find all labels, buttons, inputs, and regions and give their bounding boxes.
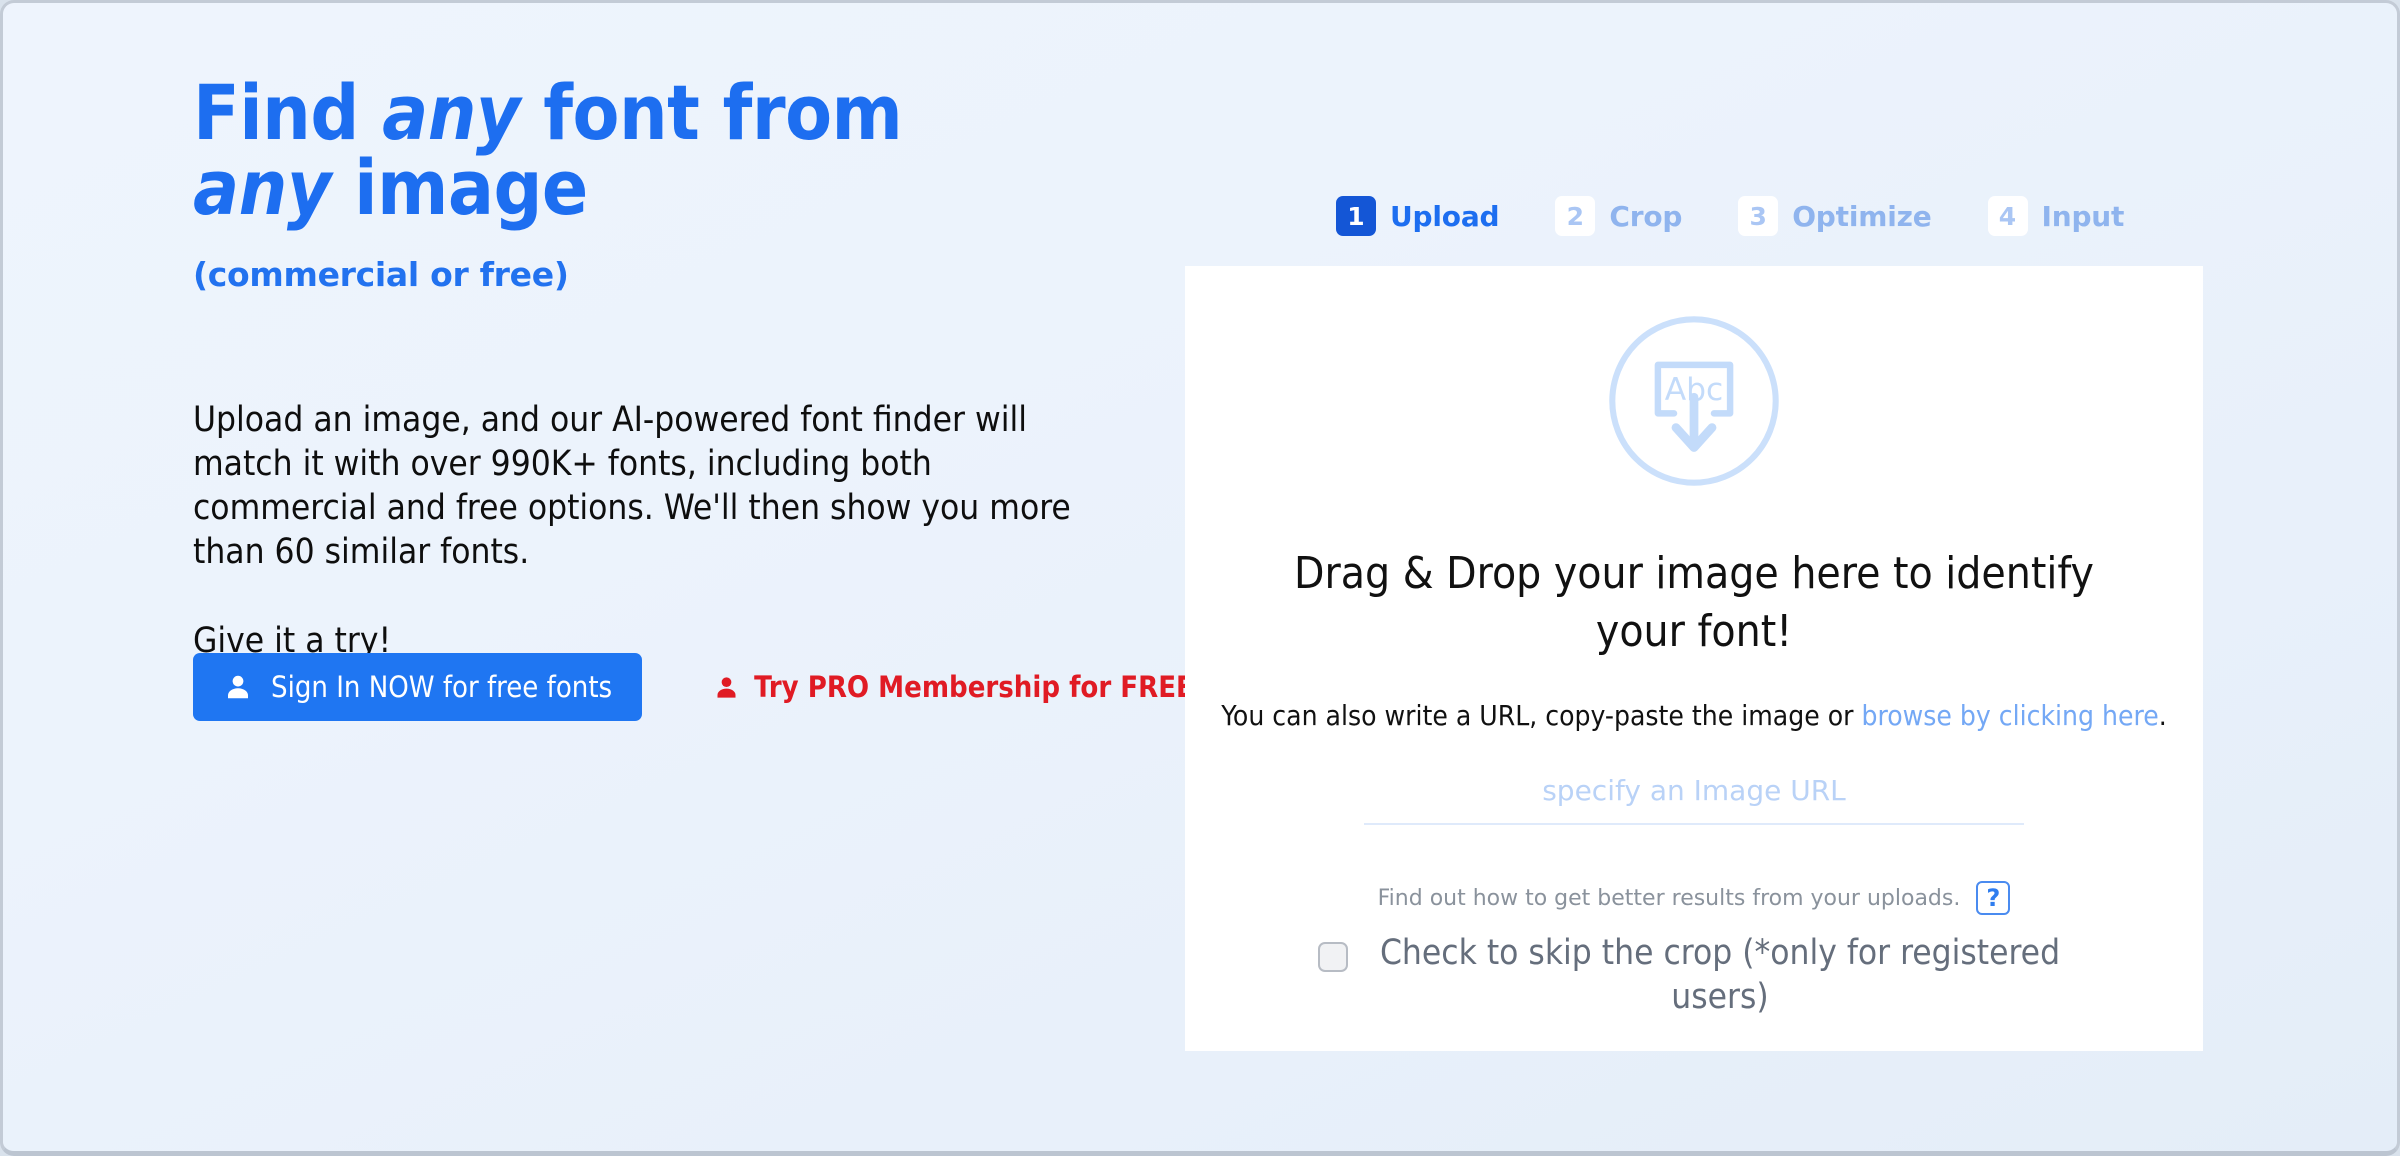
- step-upload-number: 1: [1336, 196, 1376, 236]
- page-title-emphasis-2: any: [193, 143, 331, 232]
- step-optimize[interactable]: 3 Optimize: [1738, 196, 1932, 236]
- sign-in-button-label: Sign In NOW for free fonts: [271, 670, 613, 704]
- step-upload[interactable]: 1 Upload: [1336, 196, 1500, 236]
- upload-dropzone-card[interactable]: Abc Drag & Drop your image here to ident…: [1185, 266, 2203, 1051]
- step-crop[interactable]: 2 Crop: [1555, 196, 1682, 236]
- step-indicator: 1 Upload 2 Crop 3 Optimize 4 Input: [1336, 196, 2124, 236]
- abc-image-download-icon: Abc: [1599, 306, 1789, 501]
- try-pro-membership-link[interactable]: Try PRO Membership for FREE!: [713, 670, 1206, 704]
- sign-in-button[interactable]: Sign In NOW for free fonts: [193, 653, 643, 721]
- step-crop-number: 2: [1555, 196, 1596, 236]
- intro-paragraph: Upload an image, and our AI-powered font…: [193, 400, 1071, 572]
- step-crop-label: Crop: [1609, 199, 1683, 233]
- person-icon: [713, 674, 740, 701]
- image-url-input[interactable]: [1364, 774, 2024, 813]
- skip-crop-label[interactable]: Check to skip the crop (*only for regist…: [1370, 931, 2070, 1019]
- step-input-label: Input: [2041, 199, 2125, 233]
- hero-section: Find any font from any image (commercial…: [193, 75, 1206, 721]
- cta-row: Sign In NOW for free fonts Try PRO Membe…: [193, 653, 1206, 721]
- try-pro-membership-label: Try PRO Membership for FREE!: [754, 670, 1206, 704]
- help-text: Find out how to get better results from …: [1377, 885, 1961, 911]
- step-upload-label: Upload: [1390, 199, 1500, 233]
- url-hint-prefix: You can also write a URL, copy-paste the…: [1221, 699, 1862, 732]
- step-input[interactable]: 4 Input: [1987, 196, 2125, 236]
- upload-icon-container: Abc: [1185, 306, 2203, 501]
- url-input-container: [1364, 774, 2024, 825]
- help-row: Find out how to get better results from …: [1185, 881, 2203, 915]
- help-question-icon[interactable]: ?: [1976, 881, 2011, 915]
- step-optimize-label: Optimize: [1792, 199, 1932, 233]
- step-optimize-number: 3: [1738, 196, 1779, 236]
- page-title: Find any font from any image: [193, 75, 993, 226]
- dropzone-heading: Drag & Drop your image here to identify …: [1294, 548, 2094, 657]
- url-hint-text: You can also write a URL, copy-paste the…: [1185, 699, 2203, 732]
- page-subtitle: (commercial or free): [193, 255, 569, 294]
- browse-files-link[interactable]: browse by clicking here: [1862, 699, 2159, 732]
- person-icon: [223, 672, 253, 702]
- page-viewport: Find any font from any image (commercial…: [0, 0, 2400, 1156]
- skip-crop-row: Check to skip the crop (*only for regist…: [1185, 931, 2203, 1019]
- url-hint-suffix: .: [2158, 699, 2167, 732]
- skip-crop-checkbox[interactable]: [1318, 942, 1348, 972]
- page-title-part3: image: [330, 143, 588, 232]
- step-input-number: 4: [1987, 196, 2028, 236]
